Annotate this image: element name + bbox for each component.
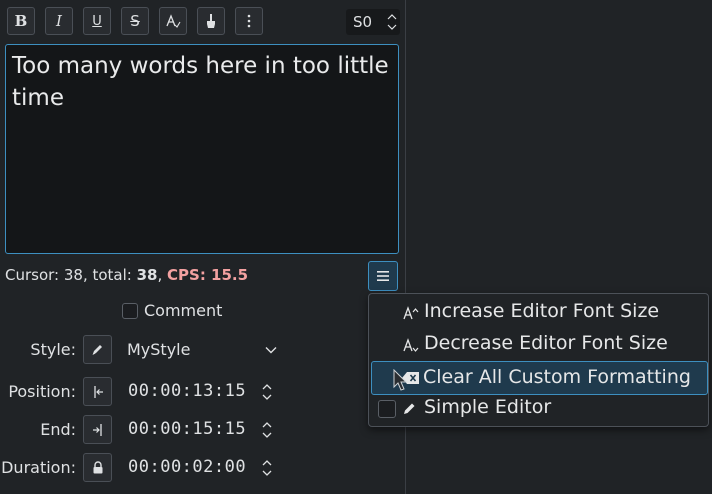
duration-time[interactable]: 00:00:02:00 (128, 457, 246, 477)
lock-icon (93, 461, 102, 474)
position-label: Position: (8, 382, 76, 401)
strikethrough-button[interactable]: S (121, 7, 149, 35)
menu-item-label: Increase Editor Font Size (424, 300, 660, 322)
underline-button[interactable]: U (83, 7, 111, 35)
menu-item-increase-font[interactable]: Increase Editor Font Size (372, 297, 705, 327)
more-options-button[interactable] (235, 7, 263, 35)
position-spin-icon[interactable] (261, 382, 273, 402)
editor-options-menu: Increase Editor Font Size Decrease Edito… (368, 293, 709, 427)
style-label: Style: (30, 340, 76, 359)
duration-spin-icon[interactable] (261, 458, 273, 478)
menu-item-simple-editor[interactable]: Simple Editor (372, 393, 705, 423)
spin-arrows-icon[interactable] (386, 11, 398, 33)
position-start-icon (93, 385, 103, 398)
duration-label: Duration: (1, 458, 76, 477)
menu-item-label: Simple Editor (424, 396, 552, 418)
position-time[interactable]: 00:00:13:15 (128, 381, 246, 401)
italic-button[interactable]: I (45, 7, 73, 35)
end-spin-icon[interactable] (261, 420, 273, 440)
mouse-cursor-icon (393, 369, 407, 391)
hamburger-menu-button[interactable] (368, 261, 398, 291)
font-increase-icon (403, 306, 419, 320)
duration-lock-button[interactable] (83, 453, 112, 482)
position-end-icon (92, 423, 102, 436)
color-button[interactable] (197, 7, 225, 35)
cursor-status: Cursor: 38, total: 38, CPS: 15.5 (5, 266, 249, 284)
font-button[interactable] (159, 7, 187, 35)
pen-icon (404, 403, 415, 414)
total-count: 38 (136, 266, 158, 284)
menu-item-decrease-font[interactable]: Decrease Editor Font Size (372, 329, 705, 359)
chevron-down-icon (265, 347, 277, 354)
edit-style-button[interactable] (83, 335, 112, 364)
position-button[interactable] (83, 377, 112, 406)
end-label: End: (40, 420, 76, 439)
bold-button[interactable]: B (7, 7, 35, 35)
menu-item-clear-formatting[interactable]: Clear All Custom Formatting (371, 361, 708, 395)
layer-spinbox[interactable]: S0 (346, 9, 400, 35)
more-vertical-icon (247, 14, 251, 28)
brush-icon (207, 14, 215, 28)
layer-value: S0 (353, 13, 373, 31)
font-decrease-icon (403, 338, 419, 352)
end-time[interactable]: 00:00:15:15 (128, 419, 246, 439)
simple-editor-checkbox[interactable] (378, 400, 396, 418)
end-button[interactable] (83, 415, 112, 444)
menu-item-label: Clear All Custom Formatting (423, 366, 691, 388)
style-dropdown[interactable]: MyStyle (120, 334, 286, 366)
comment-checkbox[interactable] (122, 303, 138, 319)
style-value: MyStyle (127, 340, 191, 359)
pencil-icon (92, 345, 102, 355)
subtitle-text-editor[interactable]: Too many words here in too little time (5, 44, 399, 254)
cps-value: CPS: 15.5 (167, 266, 249, 284)
menu-item-label: Decrease Editor Font Size (424, 332, 668, 354)
comment-label: Comment (144, 301, 223, 320)
hamburger-icon (377, 271, 389, 281)
font-icon (166, 14, 181, 28)
editor-text: Too many words here in too little time (12, 53, 389, 111)
